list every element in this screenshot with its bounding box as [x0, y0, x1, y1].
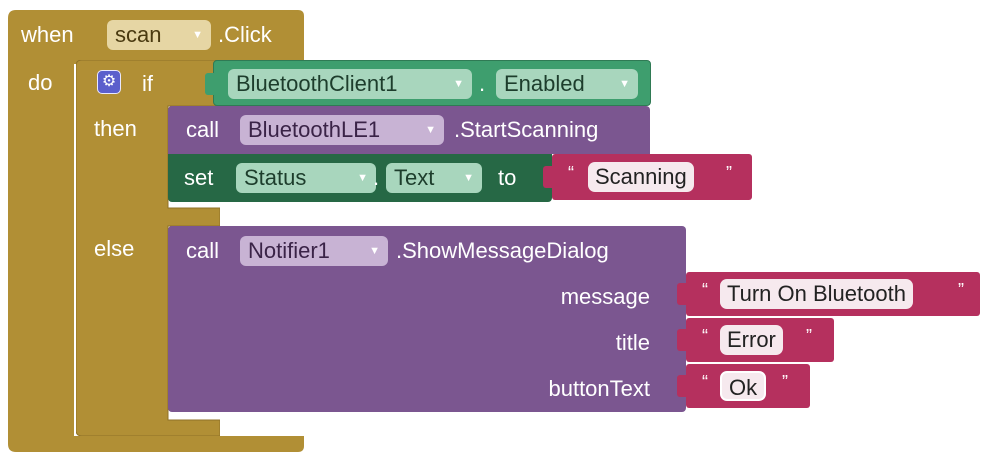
open-quote: “	[702, 280, 708, 300]
call-notifier1-showmessagedialog[interactable]: call Notifier1 ▼ .ShowMessageDialog mess…	[168, 226, 686, 412]
property-dropdown-label: Enabled	[504, 71, 585, 96]
chevron-down-icon: ▼	[453, 78, 464, 90]
input-connector	[205, 73, 214, 95]
chevron-down-icon: ▼	[619, 78, 630, 90]
text-block-message[interactable]: “ Turn On Bluetooth ”	[677, 272, 980, 316]
if-label: if	[142, 71, 153, 96]
method-name-label: .StartScanning	[454, 117, 599, 142]
open-quote: “	[702, 372, 708, 392]
text-block-buttontext[interactable]: “ Ok ”	[677, 364, 810, 408]
component-dropdown-label: BluetoothClient1	[236, 71, 398, 96]
dot-separator: .	[373, 165, 380, 190]
text-field[interactable]: Error	[720, 325, 783, 355]
input-connector	[677, 329, 686, 351]
close-quote: ”	[782, 372, 788, 392]
component-dropdown-bluetoothle1[interactable]: BluetoothLE1 ▼	[240, 115, 444, 145]
input-connector	[677, 375, 686, 397]
chevron-down-icon: ▼	[425, 124, 436, 136]
text-field[interactable]: Ok	[720, 371, 767, 401]
set-label: set	[184, 165, 214, 190]
bluetoothclient1-enabled-getter[interactable]: BluetoothClient1 ▼ . Enabled ▼	[205, 60, 651, 106]
open-quote: “	[568, 163, 574, 183]
input-connector	[677, 283, 686, 305]
event-name-label: .Click	[218, 22, 272, 47]
property-dropdown-enabled[interactable]: Enabled ▼	[496, 69, 638, 99]
text-block-title[interactable]: “ Error ”	[677, 318, 834, 362]
component-dropdown-status[interactable]: Status ▼	[236, 163, 376, 193]
close-quote: ”	[806, 326, 812, 346]
close-quote: ”	[726, 163, 732, 183]
arg-label-buttontext: buttonText	[548, 376, 650, 401]
component-dropdown-label: scan	[115, 22, 162, 47]
open-quote: “	[702, 326, 708, 346]
text-field[interactable]: Turn On Bluetooth	[720, 279, 913, 309]
chevron-down-icon: ▼	[463, 172, 474, 184]
chevron-down-icon: ▼	[192, 29, 203, 41]
do-label: do	[28, 70, 53, 95]
to-label: to	[498, 165, 517, 190]
component-dropdown-scan[interactable]: scan ▼	[107, 20, 211, 50]
arg-label-message: message	[560, 284, 650, 309]
text-field[interactable]: Scanning	[588, 162, 694, 192]
set-status-text[interactable]: set Status ▼ . Text ▼ to	[168, 154, 552, 202]
component-dropdown-label: Status	[244, 165, 307, 190]
input-connector	[543, 166, 552, 188]
method-name-label: .ShowMessageDialog	[396, 238, 609, 263]
component-dropdown-notifier1[interactable]: Notifier1 ▼	[240, 236, 388, 266]
call-bluetoothle1-startscanning[interactable]: call BluetoothLE1 ▼ .StartScanning	[168, 106, 650, 154]
chevron-down-icon: ▼	[369, 245, 380, 257]
component-dropdown-bluetoothclient1[interactable]: BluetoothClient1 ▼	[228, 69, 472, 99]
else-label: else	[94, 236, 135, 261]
call-label: call	[186, 238, 220, 263]
component-dropdown-label: BluetoothLE1	[248, 117, 381, 142]
then-label: then	[94, 116, 137, 141]
text-block-scanning[interactable]: “ Scanning ”	[543, 154, 752, 200]
chevron-down-icon: ▼	[357, 172, 368, 184]
close-quote: ”	[958, 280, 964, 300]
component-dropdown-label: Notifier1	[248, 238, 330, 263]
property-dropdown-label: Text	[394, 165, 435, 190]
gear-icon[interactable]: ⚙	[97, 70, 121, 94]
dot-separator: .	[479, 71, 486, 96]
arg-label-title: title	[615, 330, 650, 355]
call-label: call	[186, 117, 220, 142]
when-label: when	[21, 22, 74, 47]
property-dropdown-text[interactable]: Text ▼	[386, 163, 482, 193]
